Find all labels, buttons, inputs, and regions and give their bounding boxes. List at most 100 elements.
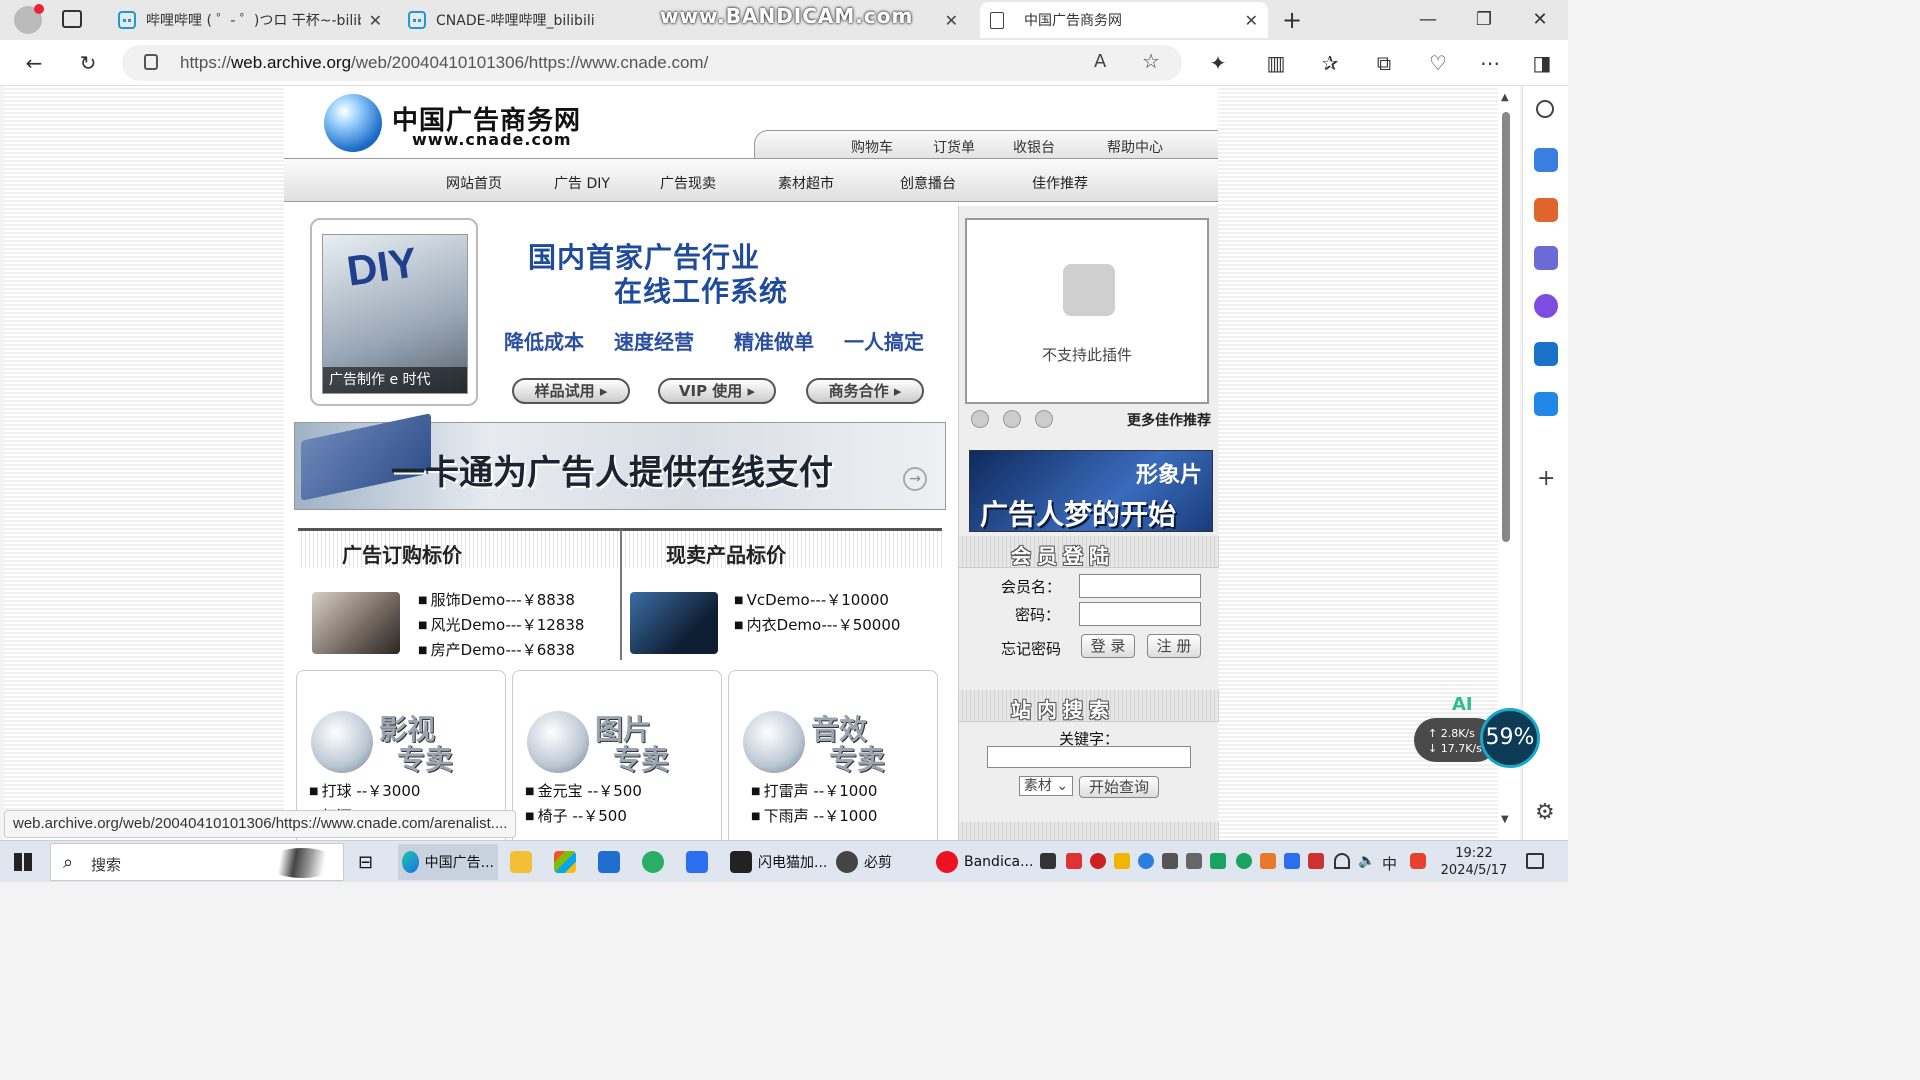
play-icon[interactable] [1003, 410, 1021, 428]
nav-creative[interactable]: 创意播台 [900, 173, 956, 193]
performance-icon[interactable]: ♡ [1422, 48, 1454, 78]
tray-icon[interactable] [1308, 853, 1324, 869]
nav-sale[interactable]: 广告现卖 [660, 173, 716, 193]
list-item[interactable]: 内衣Demo---￥50000 [734, 613, 901, 638]
taskbar-flashcat[interactable]: 闪电猫加... [730, 849, 827, 875]
scrollbar-thumb[interactable] [1502, 112, 1510, 542]
tray-icon[interactable] [1040, 853, 1056, 869]
list-item[interactable]: 金元宝 --￥500 [525, 779, 642, 804]
extensions-icon[interactable]: ✦ [1202, 48, 1234, 78]
search-icon[interactable] [1536, 100, 1554, 118]
close-icon[interactable]: ✕ [1237, 11, 1258, 30]
next-icon[interactable] [1035, 410, 1053, 428]
close-window-icon[interactable]: ✕ [1526, 6, 1554, 34]
ime-indicator[interactable]: 中 [1382, 853, 1397, 874]
member-input[interactable] [1079, 574, 1201, 598]
password-input[interactable] [1079, 602, 1201, 626]
feishu-icon[interactable] [686, 849, 714, 875]
tray-icon[interactable] [1236, 853, 1252, 869]
link-cart[interactable]: 购物车 [851, 137, 893, 157]
tray-icon[interactable] [1186, 853, 1202, 869]
outlook-icon[interactable] [1534, 342, 1558, 366]
notification-icon[interactable] [1526, 853, 1544, 869]
stop-icon[interactable] [971, 410, 989, 428]
tray-icon[interactable] [1162, 853, 1178, 869]
link-checkout[interactable]: 收银台 [1013, 137, 1055, 157]
windows-start-icon[interactable] [14, 853, 32, 871]
keyword-input[interactable] [987, 746, 1191, 768]
tray-icon[interactable] [1138, 853, 1154, 869]
brand-ad-banner[interactable]: 形象片 广告人梦的开始 [969, 450, 1213, 532]
list-item[interactable]: 房产Demo---￥6838 [418, 638, 584, 663]
tray-icon[interactable] [1260, 853, 1276, 869]
read-aloud-icon[interactable]: A [1094, 51, 1106, 72]
refresh-icon[interactable]: ↻ [72, 48, 104, 78]
taskbar-bijian[interactable]: 必剪 [836, 849, 892, 875]
site-logo[interactable]: 中国广告商务网 www.cnade.com [324, 94, 604, 154]
tab-actions-icon[interactable] [62, 10, 82, 28]
file-explorer-icon[interactable] [510, 849, 538, 875]
settings-gear-icon[interactable]: ⚙ [1535, 800, 1555, 825]
taskbar-bandicam[interactable]: Bandica... [936, 849, 1033, 875]
clock[interactable]: 19:22 2024/5/17 [1440, 845, 1508, 879]
arrow-right-icon[interactable]: → [903, 467, 927, 491]
network-speed-widget[interactable]: ↑ 2.8K/s ↓ 17.7K/s 59% [1414, 708, 1540, 770]
favorite-star-icon[interactable]: ☆ [1142, 49, 1160, 73]
nav-diy[interactable]: 广告 DIY [554, 173, 610, 193]
scroll-down-icon[interactable]: ▼ [1501, 814, 1509, 825]
wechat-icon[interactable] [642, 849, 670, 875]
vip-button[interactable]: VIP 使用 ▸ [658, 378, 776, 404]
list-item[interactable]: 打雷声 --￥1000 [751, 779, 878, 804]
more-works-link[interactable]: 更多佳作推荐 [1127, 410, 1211, 430]
tray-icon[interactable] [1090, 853, 1106, 869]
copilot-icon[interactable] [1534, 294, 1558, 318]
lock-icon[interactable] [144, 54, 158, 70]
chess-icon[interactable] [1534, 246, 1558, 270]
profile-avatar[interactable] [14, 4, 44, 34]
more-menu-icon[interactable]: ⋯ [1474, 48, 1506, 78]
link-order[interactable]: 订货单 [933, 137, 975, 157]
list-item[interactable]: 打球 --￥3000 [309, 779, 421, 804]
trial-button[interactable]: 样品试用 ▸ [512, 378, 630, 404]
split-screen-icon[interactable]: ▥ [1260, 48, 1292, 78]
volume-icon[interactable]: 🔈 [1358, 853, 1375, 869]
taskbar-search[interactable]: ⌕ 搜索 [50, 843, 344, 881]
tray-icon[interactable] [1066, 853, 1082, 869]
mail-icon[interactable] [598, 849, 626, 875]
payment-banner[interactable]: 一卡通为广告人提供在线支付 → [294, 413, 946, 510]
register-button[interactable]: 注 册 [1147, 634, 1201, 658]
send-icon[interactable] [1534, 392, 1558, 416]
list-item[interactable]: 风光Demo---￥12838 [418, 613, 585, 638]
new-tab-icon[interactable]: + [1282, 6, 1302, 34]
tab-bilibili-1[interactable]: 哔哩哔哩 ( ゜- ゜)つロ 干杯~-bilib ✕ [108, 2, 392, 38]
tag-icon[interactable] [1534, 148, 1558, 172]
tray-icon[interactable] [1284, 853, 1300, 869]
category-select[interactable]: 素材 ⌄ [1019, 776, 1073, 796]
nav-materials[interactable]: 素材超市 [778, 173, 834, 193]
sidebar-toggle-icon[interactable]: ◨ [1526, 48, 1558, 78]
forgot-password-link[interactable]: 忘记密码 [1001, 638, 1061, 659]
back-icon[interactable]: ← [18, 48, 50, 78]
scroll-up-icon[interactable]: ▲ [1501, 92, 1509, 103]
list-item[interactable]: 下雨声 --￥1000 [751, 804, 878, 829]
list-item[interactable]: 服饰Demo---￥8838 [418, 588, 584, 613]
tab-cnade[interactable]: 中国广告商务网 ✕ [980, 2, 1268, 38]
address-bar[interactable]: https://web.archive.org/web/200404101013… [122, 45, 1182, 81]
nav-recommend[interactable]: 佳作推荐 [1032, 173, 1088, 193]
link-help[interactable]: 帮助中心 [1107, 137, 1163, 157]
tray-icon[interactable] [1210, 853, 1226, 869]
list-item[interactable]: VcDemo---￥10000 [734, 588, 900, 613]
tray-icon[interactable] [1114, 853, 1130, 869]
taskbar-edge[interactable]: 中国广告... [398, 844, 498, 880]
nav-home[interactable]: 网站首页 [446, 173, 502, 193]
diy-promo[interactable]: DIY 广告制作 e 时代 [310, 218, 478, 406]
minimize-icon[interactable]: — [1414, 6, 1442, 34]
restore-icon[interactable]: ❐ [1470, 6, 1498, 34]
list-item[interactable]: 椅子 --￥500 [525, 804, 642, 829]
sogou-icon[interactable] [1410, 853, 1426, 869]
toolbox-icon[interactable] [1534, 198, 1558, 222]
favorites-icon[interactable]: ✰ [1314, 48, 1346, 78]
close-icon[interactable]: ✕ [937, 11, 958, 30]
store-icon[interactable] [554, 849, 582, 875]
business-button[interactable]: 商务合作 ▸ [806, 378, 924, 404]
